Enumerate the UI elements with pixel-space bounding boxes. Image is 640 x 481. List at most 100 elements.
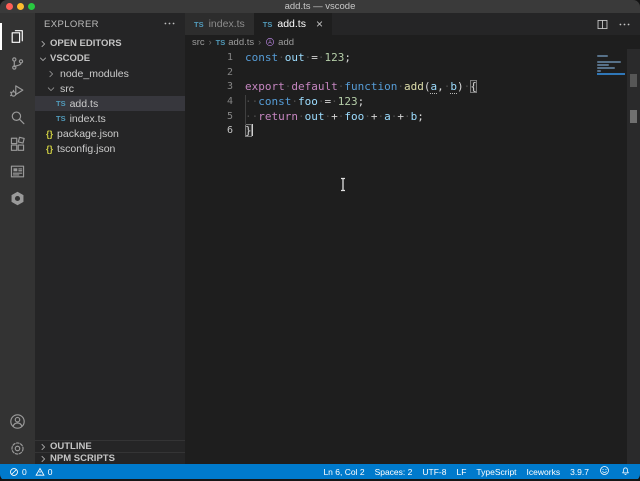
minimap-line (597, 61, 621, 63)
json-file-icon: {} (46, 128, 54, 139)
activity-item-iceworks[interactable] (0, 158, 35, 185)
status-cursor-position[interactable]: Ln 6, Col 2 (323, 467, 364, 477)
code-line: 1 const·out·=·123; (185, 51, 640, 66)
line-number[interactable]: 1 (185, 51, 233, 66)
tree-item-add.ts[interactable]: TS add.ts (35, 96, 185, 111)
status-eol[interactable]: LF (456, 467, 466, 477)
code-token: · (317, 51, 325, 64)
status-bar: 0 0 Ln 6, Col 2 Spaces: 2 UTF-8 LF TypeScrip… (0, 464, 640, 479)
breadcrumb-item-add[interactable]: add (265, 37, 294, 48)
close-window-button[interactable] (6, 3, 13, 10)
editor-group: TS index.ts TS add.ts × src › TS add.ts › add 1 co… (185, 13, 640, 464)
code-token: · (404, 109, 411, 123)
code-token: b (450, 80, 457, 95)
line-number[interactable]: 6 (185, 124, 233, 139)
chevron-right-icon (38, 442, 48, 452)
title-bar: add.ts — vscode (0, 0, 640, 13)
minimize-window-button[interactable] (17, 3, 24, 10)
tree-item-node_modules[interactable]: node_modules (35, 66, 185, 81)
activity-item-search[interactable] (0, 104, 35, 131)
code-token: ; (344, 51, 351, 64)
breadcrumb-item-src[interactable]: src (192, 37, 205, 48)
extensions-icon (9, 136, 26, 153)
breadcrumb: src › TS add.ts › add (185, 35, 640, 49)
code-token: · (331, 95, 338, 109)
code-editor[interactable]: 1 const·out·=·123; 2 3 export·default·functi… (185, 49, 640, 464)
status-iceworks[interactable]: Iceworks (527, 467, 561, 477)
warning-icon (35, 467, 45, 477)
code-token: } (245, 124, 252, 138)
code-token: ·· (245, 95, 259, 109)
code-token: 123 (324, 51, 345, 64)
tab-add.ts[interactable]: TS add.ts × (253, 13, 332, 35)
explorer-sidebar: EXPLORER OPEN EDITORS VSCODE node_module… (35, 13, 185, 464)
text-cursor (251, 124, 253, 137)
code-token: , (437, 80, 444, 94)
run-debug-icon (9, 82, 26, 99)
section-npm-scripts[interactable]: NPM SCRIPTS (35, 452, 185, 464)
breadcrumb-label: src (192, 36, 205, 48)
activity-bar (0, 13, 35, 464)
chevron-right-icon (38, 454, 48, 464)
code-token: { (470, 80, 477, 94)
ts-file-icon: TS (56, 114, 66, 123)
search-icon (9, 109, 26, 126)
section-workspace[interactable]: VSCODE (35, 51, 185, 66)
section-label: NPM SCRIPTS (50, 453, 115, 464)
scrollbar-thumb[interactable] (630, 74, 637, 87)
line-number[interactable]: 2 (185, 66, 233, 81)
tree-item-index.ts[interactable]: TS index.ts (35, 111, 185, 126)
editor-actions (596, 13, 640, 35)
split-editor-icon[interactable] (596, 18, 609, 31)
notifications-bell-icon[interactable] (620, 465, 631, 478)
section-open-editors[interactable]: OPEN EDITORS (35, 36, 185, 51)
tree-item-tsconfig.json[interactable]: {} tsconfig.json (35, 141, 185, 156)
tree-item-package.json[interactable]: {} package.json (35, 126, 185, 141)
breadcrumb-item-add.ts[interactable]: TS add.ts (216, 37, 254, 48)
breadcrumb-separator-icon: › (208, 37, 212, 47)
activity-item-source-control[interactable] (0, 50, 35, 77)
code-text: ··return·out·+·foo·+·a·+·b; (233, 110, 424, 125)
activity-item-hexagon-tool[interactable] (0, 185, 35, 212)
line-number[interactable]: 3 (185, 80, 233, 95)
minimap-line (597, 64, 609, 66)
status-errors[interactable]: 0 (9, 467, 27, 477)
feedback-smiley-icon[interactable] (599, 465, 610, 478)
activity-item-run-debug[interactable] (0, 77, 35, 104)
code-token: 123 (337, 95, 358, 109)
tree-item-label: tsconfig.json (57, 142, 116, 155)
section-outline[interactable]: OUTLINE (35, 440, 185, 452)
line-number[interactable]: 5 (185, 110, 233, 125)
workbench: EXPLORER OPEN EDITORS VSCODE node_module… (0, 13, 640, 464)
status-language-mode[interactable]: TypeScript (476, 467, 516, 477)
breadcrumb-separator-icon: › (258, 37, 262, 47)
status-warnings[interactable]: 0 (35, 467, 52, 477)
activity-item-explorer[interactable] (0, 23, 35, 50)
indent-guide (245, 95, 246, 125)
explorer-actions-icon[interactable] (163, 17, 176, 33)
more-actions-icon[interactable] (618, 18, 631, 31)
tree-item-src[interactable]: src (35, 81, 185, 96)
code-token: + (370, 109, 378, 123)
file-tree: node_modules src TS add.ts TS index.ts{} packa… (35, 66, 185, 156)
status-indentation[interactable]: Spaces: 2 (375, 467, 413, 477)
status-encoding[interactable]: UTF-8 (422, 467, 446, 477)
minimap[interactable] (597, 55, 625, 75)
tab-index.ts[interactable]: TS index.ts (185, 13, 254, 35)
code-token: · (298, 109, 305, 123)
activity-item-account[interactable] (0, 408, 35, 435)
status-ts-version[interactable]: 3.9.7 (570, 467, 589, 477)
minimap-line (597, 67, 615, 69)
breadcrumb-label: add.ts (228, 36, 255, 48)
close-icon[interactable]: × (316, 18, 323, 30)
code-text: const·out·=·123; (233, 51, 351, 66)
activity-item-extensions[interactable] (0, 131, 35, 158)
hexagon-tool-icon (9, 190, 26, 207)
activity-item-settings-gear[interactable] (0, 435, 35, 462)
minimap-line (597, 70, 601, 72)
line-number[interactable]: 4 (185, 95, 233, 110)
code-line: 2 (185, 66, 640, 81)
maximize-window-button[interactable] (28, 3, 35, 10)
scrollbar[interactable] (627, 49, 640, 464)
code-token: a (384, 109, 391, 123)
